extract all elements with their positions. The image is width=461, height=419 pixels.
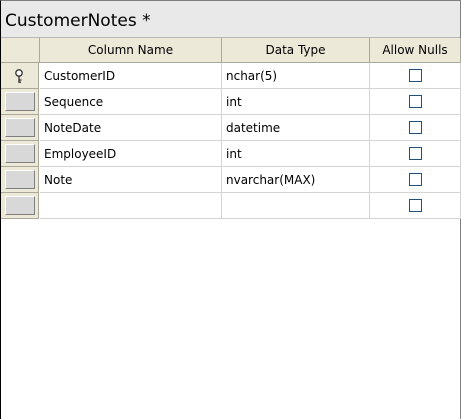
row-selector[interactable] bbox=[1, 141, 39, 167]
row-selector[interactable] bbox=[1, 193, 39, 219]
table-row: EmployeeID int bbox=[1, 141, 461, 167]
row-selector-header bbox=[1, 38, 40, 63]
column-name-cell[interactable]: Note bbox=[40, 167, 222, 193]
allow-nulls-cell bbox=[370, 115, 461, 141]
column-name-header[interactable]: Column Name bbox=[40, 38, 222, 63]
new-column-row bbox=[1, 193, 461, 219]
table-title: CustomerNotes * bbox=[5, 11, 151, 31]
row-selector-button[interactable] bbox=[5, 144, 35, 163]
row-selector[interactable] bbox=[1, 89, 39, 115]
data-type-cell[interactable]: int bbox=[222, 141, 370, 167]
table-row: Note nvarchar(MAX) bbox=[1, 167, 461, 193]
allow-nulls-checkbox[interactable] bbox=[408, 121, 422, 134]
row-selector-button[interactable] bbox=[5, 170, 35, 189]
column-name-cell[interactable]: CustomerID bbox=[40, 63, 222, 89]
data-type-cell[interactable]: nchar(5) bbox=[222, 63, 370, 89]
allow-nulls-cell bbox=[370, 141, 461, 167]
table-row: NoteDate datetime bbox=[1, 115, 461, 141]
allow-nulls-cell bbox=[370, 63, 461, 89]
data-type-cell[interactable]: nvarchar(MAX) bbox=[222, 167, 370, 193]
column-name-cell[interactable]: EmployeeID bbox=[40, 141, 222, 167]
table-designer-window: CustomerNotes * Column Name Data Type Al… bbox=[0, 0, 461, 419]
table-row: CustomerID nchar(5) bbox=[1, 63, 461, 89]
row-selector[interactable] bbox=[1, 63, 39, 89]
allow-nulls-checkbox[interactable] bbox=[408, 95, 422, 108]
allow-nulls-checkbox[interactable] bbox=[408, 69, 422, 82]
key-icon bbox=[15, 69, 23, 83]
allow-nulls-cell bbox=[370, 167, 461, 193]
title-bar: CustomerNotes * bbox=[1, 1, 460, 38]
allow-nulls-checkbox[interactable] bbox=[408, 173, 422, 186]
row-selector-button[interactable] bbox=[5, 196, 35, 215]
data-type-cell[interactable]: datetime bbox=[222, 115, 370, 141]
table-row: Sequence int bbox=[1, 89, 461, 115]
data-type-cell[interactable] bbox=[222, 193, 370, 219]
column-name-cell[interactable]: Sequence bbox=[40, 89, 222, 115]
row-selector-button[interactable] bbox=[5, 118, 35, 137]
column-name-cell[interactable]: NoteDate bbox=[40, 115, 222, 141]
row-selector[interactable] bbox=[1, 115, 39, 141]
allow-nulls-cell bbox=[370, 193, 461, 219]
allow-nulls-checkbox[interactable] bbox=[408, 199, 422, 212]
data-type-cell[interactable]: int bbox=[222, 89, 370, 115]
row-selector-button[interactable] bbox=[5, 92, 35, 111]
allow-nulls-cell bbox=[370, 89, 461, 115]
allow-nulls-checkbox[interactable] bbox=[408, 147, 422, 160]
allow-nulls-header[interactable]: Allow Nulls bbox=[370, 38, 461, 63]
row-selector[interactable] bbox=[1, 167, 39, 193]
column-name-cell[interactable] bbox=[40, 193, 222, 219]
data-type-header[interactable]: Data Type bbox=[222, 38, 370, 63]
